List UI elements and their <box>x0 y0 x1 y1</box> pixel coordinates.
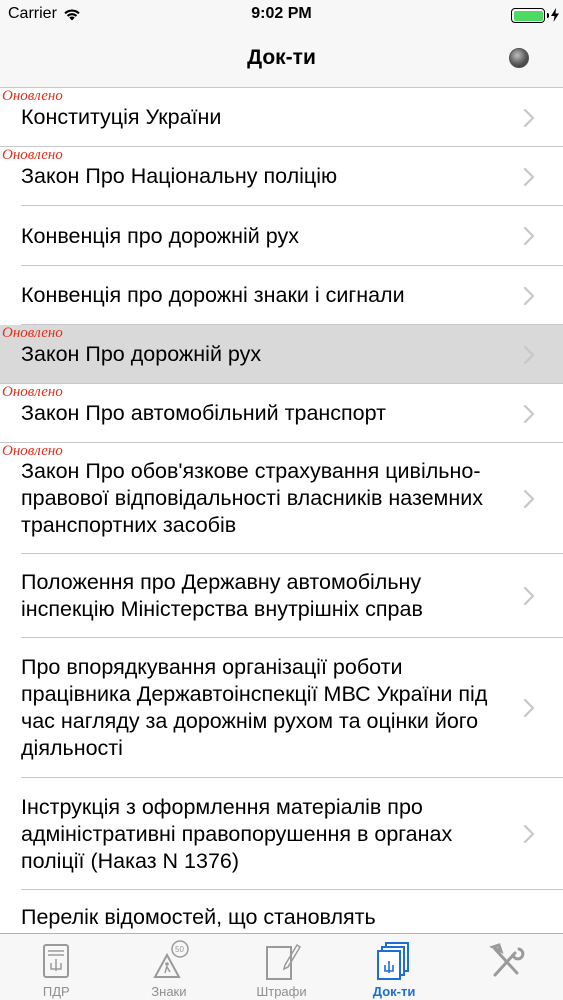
chevron-right-icon <box>523 226 535 246</box>
battery-level <box>513 10 543 21</box>
status-time: 9:02 PM <box>251 5 312 22</box>
document-row[interactable]: Конвенція про дорожній рух <box>0 206 563 266</box>
battery-icon <box>511 8 549 23</box>
document-title: Інструкція з оформлення матеріалів про а… <box>21 794 453 873</box>
document-title: Конституція України <box>21 105 222 129</box>
updated-badge: Оновлено <box>2 325 63 341</box>
charging-icon <box>551 8 559 22</box>
document-title: Закон Про Національну поліцію <box>21 164 338 188</box>
pdr-book-icon <box>43 944 70 978</box>
document-row[interactable]: Оновлено Закон Про автомобільний транспор… <box>0 384 563 443</box>
updated-badge: Оновлено <box>2 443 63 459</box>
document-row[interactable]: Конвенція про дорожні знаки і сигнали <box>0 266 563 325</box>
chevron-right-icon <box>523 824 535 844</box>
document-row[interactable]: Про впорядкування організації роботи пра… <box>0 638 563 778</box>
document-title: Положення про Державну автомобільну інсп… <box>21 570 423 621</box>
documents-list[interactable]: Оновлено Конституція України Оновлено Закон… <box>0 88 563 933</box>
tab-label: Штрафи <box>256 984 307 999</box>
tools-settings-icon <box>488 943 525 977</box>
svg-text:50: 50 <box>175 945 184 954</box>
document-row[interactable]: Оновлено Закон Про дорожній рух <box>0 325 563 384</box>
document-row[interactable]: Оновлено Закон Про Національну поліцію <box>0 147 563 206</box>
chevron-right-icon <box>523 586 535 606</box>
page-title: Док-ти <box>247 46 316 69</box>
document-row[interactable]: Інструкція з оформлення матеріалів про а… <box>0 778 563 890</box>
fines-document-icon <box>266 943 302 980</box>
document-title: Конвенція про дорожні знаки і сигнали <box>21 283 405 307</box>
document-title: Закон Про автомобільний транспорт <box>21 401 386 425</box>
tab-tools-settings[interactable] <box>450 934 563 1000</box>
document-row[interactable]: Оновлено Конституція України <box>0 88 563 147</box>
document-title: Перелік відомостей, що становлять <box>21 905 376 929</box>
tab-bar: ПДР 50 Знаки Штрафи Док-ти <box>0 933 563 1000</box>
chevron-right-icon <box>523 404 535 423</box>
document-row[interactable]: Перелік відомостей, що становлять <box>0 890 563 933</box>
chevron-right-icon <box>523 167 535 186</box>
road-sign-icon: 50 <box>153 940 189 978</box>
navigation-bar: Док-ти <box>0 30 563 88</box>
updated-badge: Оновлено <box>2 147 63 163</box>
updated-badge: Оновлено <box>2 88 63 104</box>
status-bar: Carrier 9:02 PM <box>0 0 563 30</box>
tab-road-sign[interactable]: 50 Знаки <box>113 934 226 1000</box>
document-title: Закон Про обов'язкове страхування цивіль… <box>21 459 483 537</box>
chevron-right-icon <box>523 698 535 718</box>
document-row[interactable]: Положення про Державну автомобільну інсп… <box>0 554 563 638</box>
document-title: Закон Про дорожній рух <box>21 342 262 366</box>
document-row[interactable]: Оновлено Закон Про обов'язкове страхуванн… <box>0 443 563 554</box>
chevron-right-icon <box>523 286 535 305</box>
chevron-right-icon <box>523 489 535 508</box>
document-title: Про впорядкування організації роботи пра… <box>21 655 488 760</box>
tab-label: Знаки <box>151 984 187 999</box>
tab-label: ПДР <box>42 984 70 999</box>
tab-label: Док-ти <box>372 984 416 999</box>
chevron-right-icon <box>523 345 535 364</box>
document-title: Конвенція про дорожній рух <box>21 223 300 248</box>
status-dot-icon[interactable] <box>509 48 529 68</box>
tab-fines-document[interactable]: Штрафи <box>225 934 338 1000</box>
tab-pdr-book[interactable]: ПДР <box>0 934 113 1000</box>
chevron-right-icon <box>523 108 535 127</box>
updated-badge: Оновлено <box>2 384 63 400</box>
tab-documents[interactable]: Док-ти <box>338 934 451 1000</box>
documents-icon <box>377 942 410 980</box>
